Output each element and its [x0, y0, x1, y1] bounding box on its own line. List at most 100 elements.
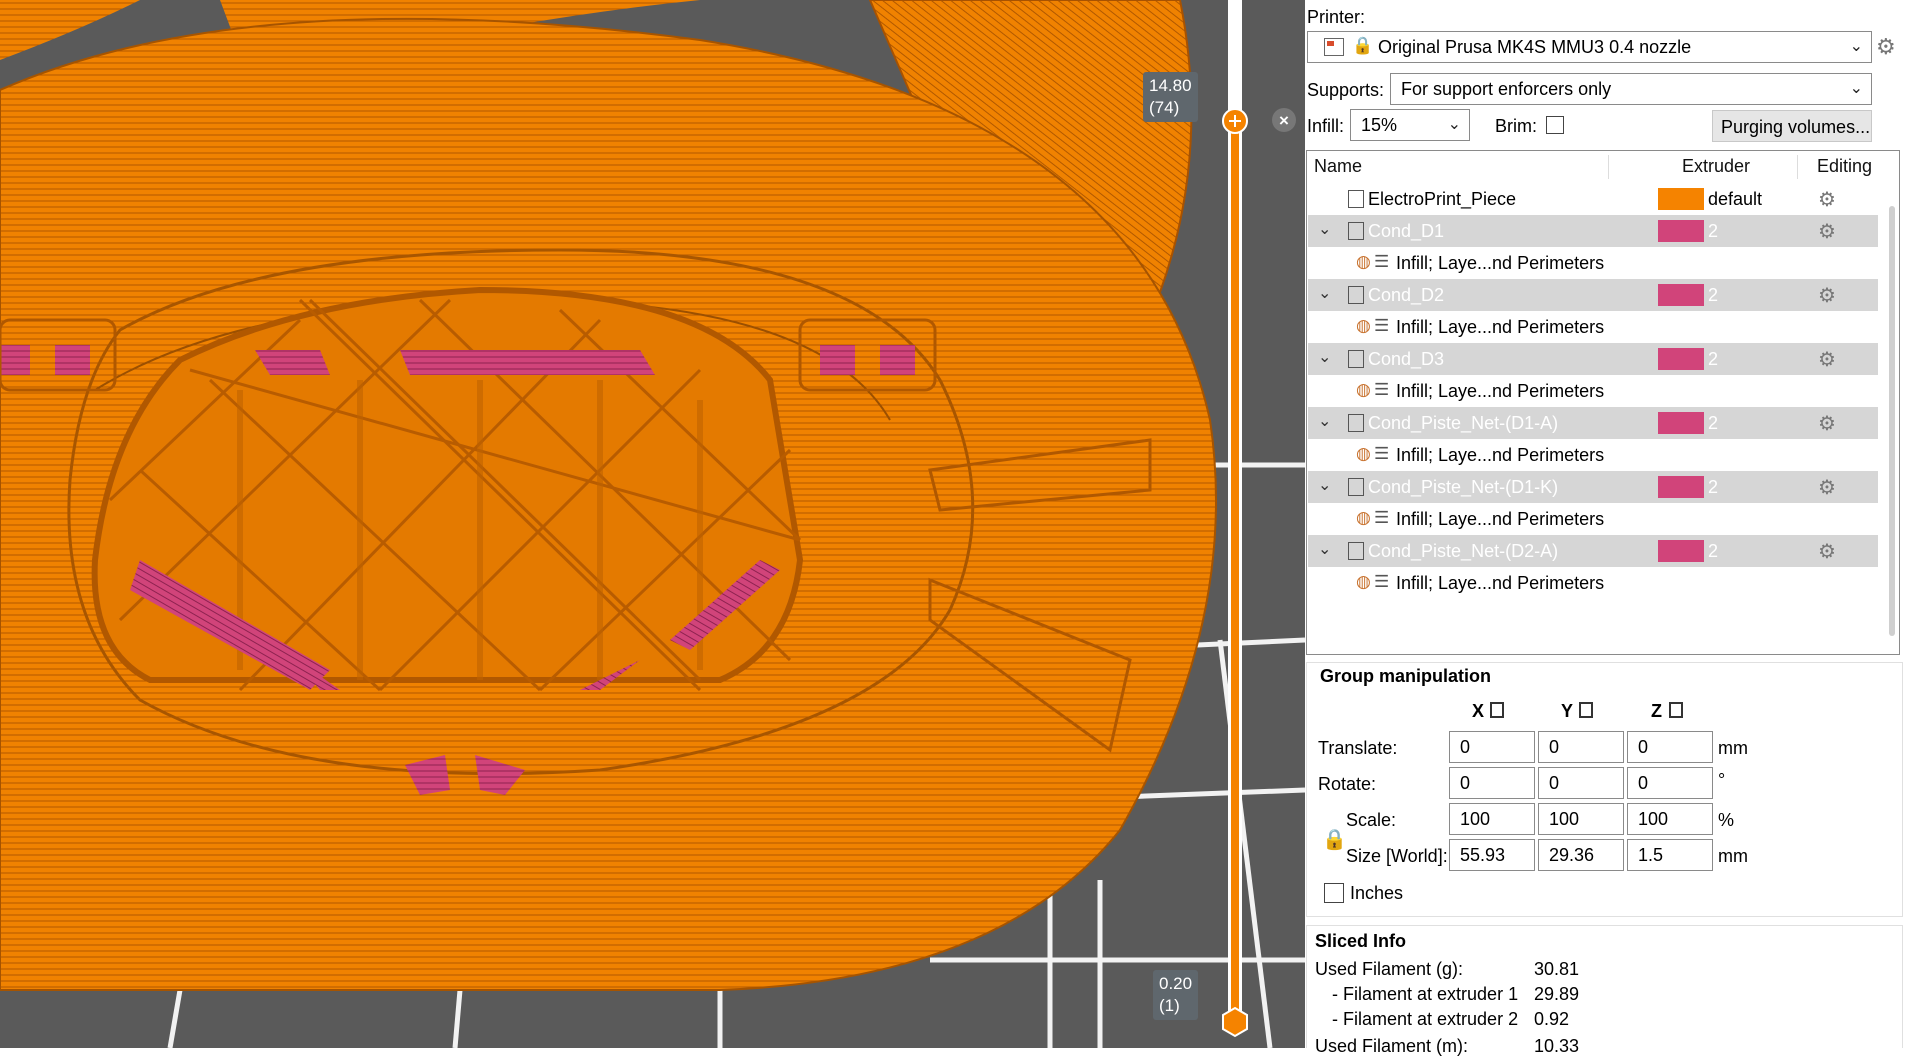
list-item-settings[interactable]: ◍ ☰ Infill; Laye...nd Perimeters: [1308, 439, 1878, 471]
layer-top-tooltip: 14.80 (74): [1143, 72, 1198, 122]
list-item-part[interactable]: ⌄ Cond_D2 2 ⚙: [1308, 279, 1878, 311]
settings-name: Infill; Laye...nd Perimeters: [1396, 509, 1605, 529]
list-item-settings[interactable]: ◍ ☰ Infill; Laye...nd Perimeters: [1308, 567, 1878, 599]
size-z-field[interactable]: 1.5: [1627, 839, 1713, 871]
chevron-down-icon[interactable]: ⌄: [1318, 219, 1331, 239]
editing-gear-icon[interactable]: ⚙: [1818, 219, 1836, 244]
list-item-part[interactable]: ⌄ Cond_Piste_Net-(D1-K) 2 ⚙: [1308, 471, 1878, 503]
editing-gear-icon[interactable]: ⚙: [1818, 539, 1836, 564]
lock-icon[interactable]: 🔒: [1322, 827, 1347, 852]
purging-volumes-button[interactable]: Purging volumes...: [1712, 110, 1872, 142]
extruder-value[interactable]: 2: [1708, 413, 1718, 434]
editing-gear-icon[interactable]: ⚙: [1818, 283, 1836, 308]
extruder-color-swatch[interactable]: [1658, 284, 1704, 306]
settings-name: Infill; Laye...nd Perimeters: [1396, 573, 1605, 593]
used-filament-m-label: Used Filament (m):: [1315, 1036, 1469, 1056]
column-header-extruder[interactable]: Extruder: [1682, 151, 1750, 181]
brim-label: Brim:: [1495, 116, 1537, 136]
extruder-value[interactable]: 2: [1708, 541, 1718, 562]
scale-y-field[interactable]: 100: [1538, 803, 1624, 835]
editing-gear-icon[interactable]: ⚙: [1818, 475, 1836, 500]
inches-checkbox[interactable]: [1324, 883, 1344, 903]
layers-icon: ☰: [1374, 316, 1390, 335]
scale-label: Scale:: [1346, 810, 1397, 830]
list-item-part[interactable]: ⌄ Cond_Piste_Net-(D2-A) 2 ⚙: [1308, 535, 1878, 567]
rotate-y-field[interactable]: 0: [1538, 767, 1624, 799]
axis-x-label: X: [1472, 701, 1485, 721]
printer-icon: [1324, 38, 1344, 56]
used-filament-g-value: 30.81: [1534, 959, 1580, 979]
brim-checkbox[interactable]: [1546, 116, 1564, 134]
list-item-settings[interactable]: ◍ ☰ Infill; Laye...nd Perimeters: [1308, 375, 1878, 407]
printer-select[interactable]: 🔒 Original Prusa MK4S MMU3 0.4 nozzle ⌄: [1307, 31, 1872, 63]
list-item-part[interactable]: ⌄ Cond_D1 2 ⚙: [1308, 215, 1878, 247]
layer-bottom-number: (1): [1159, 996, 1180, 1015]
sliced-model-preview: ×: [0, 0, 1305, 1048]
scale-x-field[interactable]: 100: [1449, 803, 1535, 835]
extruder-value[interactable]: default: [1708, 189, 1762, 210]
editing-gear-icon[interactable]: ⚙: [1818, 411, 1836, 436]
list-item-part[interactable]: ⌄ Cond_D3 2 ⚙: [1308, 343, 1878, 375]
chevron-down-icon[interactable]: ⌄: [1318, 539, 1331, 559]
translate-y-field[interactable]: 0: [1538, 731, 1624, 763]
extruder-value[interactable]: 2: [1708, 285, 1718, 306]
translate-label: Translate:: [1318, 738, 1398, 758]
editing-gear-icon[interactable]: ⚙: [1818, 347, 1836, 372]
extruder-color-swatch[interactable]: [1658, 348, 1704, 370]
part-icon: [1348, 478, 1364, 496]
size-unit: mm: [1718, 846, 1748, 866]
list-item-settings[interactable]: ◍ ☰ Infill; Laye...nd Perimeters: [1308, 503, 1878, 535]
infill-select[interactable]: 15% ⌄: [1350, 109, 1470, 141]
drop-to-axis-icon[interactable]: [1669, 702, 1683, 718]
extruder-color-swatch[interactable]: [1658, 412, 1704, 434]
infill-icon: ◍: [1356, 444, 1371, 463]
extruder-color-swatch[interactable]: [1658, 188, 1704, 210]
extruder2-label: - Filament at extruder 2: [1332, 1009, 1519, 1029]
settings-name: Infill; Laye...nd Perimeters: [1396, 317, 1605, 337]
size-x-field[interactable]: 55.93: [1449, 839, 1535, 871]
infill-icon: ◍: [1356, 316, 1371, 335]
object-list-scrollbar[interactable]: [1889, 206, 1895, 636]
translate-z-field[interactable]: 0: [1627, 731, 1713, 763]
extruder-color-swatch[interactable]: [1658, 476, 1704, 498]
column-header-editing[interactable]: Editing: [1817, 151, 1872, 181]
column-header-name[interactable]: Name: [1314, 151, 1362, 181]
layer-top-number: (74): [1149, 98, 1180, 117]
extruder-value[interactable]: 2: [1708, 221, 1718, 242]
extruder-color-swatch[interactable]: [1658, 220, 1704, 242]
extruder-color-swatch[interactable]: [1658, 540, 1704, 562]
drop-to-axis-icon[interactable]: [1490, 702, 1504, 718]
printer-label: Printer:: [1307, 7, 1366, 27]
extruder-value[interactable]: 2: [1708, 477, 1718, 498]
chevron-down-icon[interactable]: ⌄: [1318, 411, 1331, 431]
layers-icon: ☰: [1374, 252, 1390, 271]
translate-x-field[interactable]: 0: [1449, 731, 1535, 763]
rotate-x-field[interactable]: 0: [1449, 767, 1535, 799]
list-item-settings[interactable]: ◍ ☰ Infill; Laye...nd Perimeters: [1308, 247, 1878, 279]
object-name: ElectroPrint_Piece: [1368, 189, 1517, 209]
layer-bottom-height: 0.20: [1159, 974, 1193, 993]
infill-value: 15%: [1361, 115, 1398, 135]
layers-icon: ☰: [1374, 380, 1390, 399]
printer-settings-gear-icon[interactable]: ⚙: [1876, 34, 1896, 60]
list-item-object[interactable]: ElectroPrint_Piece default ⚙: [1308, 183, 1878, 215]
chevron-down-icon[interactable]: ⌄: [1318, 283, 1331, 303]
chevron-down-icon[interactable]: ⌄: [1318, 347, 1331, 367]
scale-z-field[interactable]: 100: [1627, 803, 1713, 835]
rotate-z-field[interactable]: 0: [1627, 767, 1713, 799]
part-name: Cond_D1: [1368, 221, 1445, 241]
chevron-down-icon[interactable]: ⌄: [1318, 475, 1331, 495]
object-list[interactable]: Name Extruder Editing ElectroPrint_Piece…: [1306, 150, 1900, 655]
scale-unit: %: [1718, 810, 1735, 830]
infill-icon: ◍: [1356, 380, 1371, 399]
drop-to-axis-icon[interactable]: [1579, 702, 1593, 718]
list-item-settings[interactable]: ◍ ☰ Infill; Laye...nd Perimeters: [1308, 311, 1878, 343]
size-y-field[interactable]: 29.36: [1538, 839, 1624, 871]
rotate-label: Rotate:: [1318, 774, 1377, 794]
list-item-part[interactable]: ⌄ Cond_Piste_Net-(D1-A) 2 ⚙: [1308, 407, 1878, 439]
supports-select[interactable]: For support enforcers only ⌄: [1390, 73, 1872, 105]
editing-gear-icon[interactable]: ⚙: [1818, 187, 1836, 212]
sliced-info-title: Sliced Info: [1315, 931, 1407, 951]
extruder-value[interactable]: 2: [1708, 349, 1718, 370]
3d-viewport[interactable]: × 14.80 (74) 0.20 (1): [0, 0, 1305, 1048]
